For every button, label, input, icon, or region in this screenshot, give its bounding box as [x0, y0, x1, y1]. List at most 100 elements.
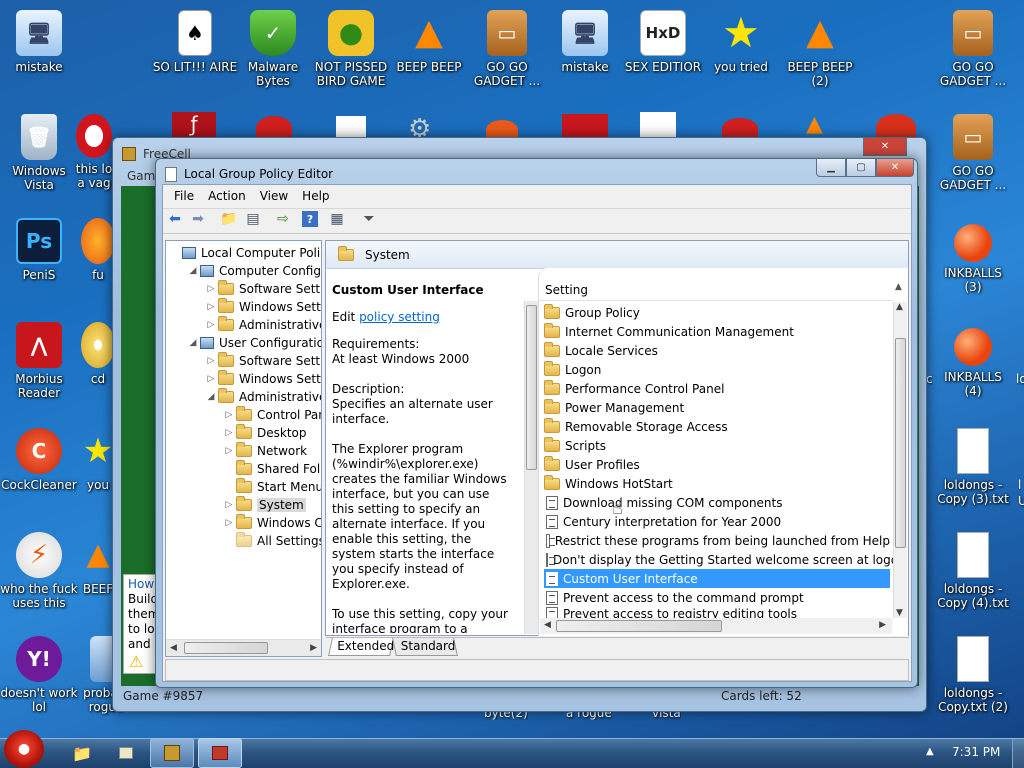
show-desktop-button[interactable] [1012, 739, 1024, 768]
tree-item[interactable]: Local Computer Policy [166, 244, 321, 262]
settings-list-item[interactable]: Custom User Interface [544, 569, 890, 588]
taskbar-gpedit-button[interactable] [198, 738, 242, 768]
tree-item[interactable]: All Settings [166, 532, 321, 550]
tree-item[interactable]: Start Menu ar [166, 478, 321, 496]
settings-list-item[interactable]: Windows HotStart [544, 474, 890, 493]
desktop-icon-partial[interactable]: ▲ BEEF [80, 528, 116, 628]
desktop-icon-go-go-gadget[interactable]: ▭ GO GO GADGET ... [468, 6, 546, 106]
tree-hscrollbar[interactable]: ◀ ▶ [166, 639, 321, 656]
expand-arrow-icon[interactable]: ▷ [204, 284, 218, 294]
desktop-icon-partial[interactable]: this lo a vag [72, 110, 116, 210]
scroll-right-icon[interactable]: ▶ [879, 620, 886, 630]
settings-list-item[interactable]: Group Policy [544, 303, 890, 322]
tree-item[interactable]: ▷ Control Panel [166, 406, 321, 424]
desktop-icon-partial[interactable]: fu [80, 214, 116, 314]
settings-list-item[interactable]: Scripts [544, 436, 890, 455]
list-header[interactable]: Setting [539, 280, 893, 301]
expand-arrow-icon[interactable]: ◢ [204, 392, 218, 402]
start-button[interactable]: ● [4, 730, 44, 768]
desktop-icon-so-lit[interactable]: ♠ SO LIT!!! AIRE [150, 6, 240, 106]
desktop-icon-mistake-2[interactable]: 🖥 mistake [546, 6, 624, 106]
tree-item[interactable]: ▷ Windows Cor [166, 514, 321, 532]
list-vscroll-thumb[interactable] [895, 338, 906, 548]
up-folder-icon[interactable]: 📁 [218, 208, 240, 230]
clock[interactable]: 7:31 PM [952, 745, 1000, 759]
desc-vscrollbar[interactable] [524, 301, 538, 634]
desktop-icon-penis[interactable]: Ps PeniS [0, 214, 78, 314]
desktop-icon-loldongs-3[interactable]: loldongs - Copy (3).txt [934, 424, 1012, 524]
scroll-up-icon[interactable]: ▲ [896, 302, 903, 312]
minimize-button[interactable]: ▁ [816, 159, 846, 177]
menu-view[interactable]: View [253, 189, 295, 203]
taskbar-notes-button[interactable] [104, 738, 148, 768]
scroll-left-icon[interactable]: ◀ [170, 643, 177, 653]
tree-item[interactable]: ◢ Computer Configura [166, 262, 321, 280]
desktop-icon-go-go-gadget-right-1[interactable]: ▭ GO GO GADGET ... [934, 6, 1012, 106]
desktop-icon-doesnt-work[interactable]: Y! doesn't work lol [0, 632, 78, 732]
tab-standard[interactable]: Standard [392, 638, 458, 656]
expand-arrow-icon[interactable]: ▷ [222, 428, 236, 438]
settings-list-item[interactable]: Century interpretation for Year 2000 [544, 512, 890, 531]
taskbar-explorer-button[interactable]: 📁 [60, 738, 104, 768]
expand-arrow-icon[interactable]: ▷ [222, 518, 236, 528]
export-list-icon[interactable]: ⇨ [272, 208, 294, 230]
tree-item[interactable]: ▷ Software Settings [166, 352, 321, 370]
settings-list-item[interactable]: Performance Control Panel [544, 379, 890, 398]
settings-list-item[interactable]: Internet Communication Management [544, 322, 890, 341]
desktop-icon-beep-beep-2[interactable]: ▲ BEEP BEEP (2) [780, 6, 860, 106]
desktop-icon-partial[interactable]: cd [80, 318, 116, 418]
tab-extended[interactable]: Extended [328, 638, 394, 656]
desktop-icon-beep-beep[interactable]: ▲ BEEP BEEP [390, 6, 468, 106]
tree-item[interactable]: ◢ Administrative Te [166, 388, 321, 406]
settings-list-item[interactable]: Don't display the Getting Started welcom… [544, 550, 906, 569]
desktop-icon-partial[interactable]: ★ you [80, 424, 116, 524]
settings-list-item[interactable]: Removable Storage Access [544, 417, 890, 436]
desktop-icon-inkballs-3[interactable]: INKBALLS (3) [934, 214, 1012, 314]
forward-arrow-icon[interactable]: ➡ [187, 208, 209, 230]
desktop-icon-loldongs-4[interactable]: loldongs - Copy (4).txt [934, 528, 1012, 628]
tree-item[interactable]: Shared Folder [166, 460, 321, 478]
expand-arrow-icon[interactable]: ▷ [222, 410, 236, 420]
settings-list-item[interactable]: Restrict these programs from being launc… [544, 531, 890, 550]
scroll-right-icon[interactable]: ▶ [310, 643, 317, 653]
tree-item[interactable]: ▷ System [166, 496, 306, 514]
list-vscrollbar[interactable]: ▲ ▼ [893, 302, 907, 618]
expand-arrow-icon[interactable]: ▷ [222, 500, 236, 510]
tree-item[interactable]: ▷ Software Settings [166, 280, 321, 298]
scroll-down-icon[interactable]: ▼ [896, 608, 903, 618]
list-hscrollbar[interactable]: ◀ ▶ [540, 618, 892, 634]
help-icon[interactable]: ? [302, 211, 318, 227]
desktop-icon-cockcleaner[interactable]: C CockCleaner [0, 424, 78, 524]
properties-icon[interactable]: ▦ [326, 208, 348, 230]
expand-arrow-icon[interactable]: ▷ [204, 320, 218, 330]
tree-item[interactable]: ▷ Desktop [166, 424, 307, 442]
tree-hscroll-thumb[interactable] [184, 642, 268, 654]
scroll-left-icon[interactable]: ◀ [544, 620, 551, 630]
desktop-icon-sex-editior[interactable]: HxD SEX EDITIOR [624, 6, 702, 106]
tree-item[interactable]: ▷ Network [166, 442, 307, 460]
show-hide-tree-icon[interactable]: ▤ [242, 208, 264, 230]
policy-setting-link[interactable]: policy setting [359, 310, 440, 324]
settings-list-item[interactable]: User Profiles [544, 455, 890, 474]
expand-arrow-icon[interactable]: ◢ [186, 266, 200, 276]
settings-list-item[interactable]: Locale Services [544, 341, 890, 360]
back-arrow-icon[interactable]: ⬅ [164, 208, 186, 230]
desktop-icon-malware-bytes[interactable]: ✓ Malware Bytes [234, 6, 312, 106]
expand-arrow-icon[interactable]: ▷ [204, 356, 218, 366]
expand-arrow-icon[interactable]: ◢ [186, 338, 200, 348]
desktop-icon-morbius-reader[interactable]: ⋀ Morbius Reader [0, 318, 78, 418]
desktop-icon-who-uses-this[interactable]: ⚡ who the fuck uses this [0, 528, 78, 628]
menu-help[interactable]: Help [295, 189, 336, 203]
tree-item[interactable]: ▷ Administrative Te [166, 316, 321, 334]
desktop-icon-mistake[interactable]: 🖥 mistake [0, 6, 78, 106]
expand-arrow-icon[interactable]: ▷ [204, 374, 218, 384]
tree-item[interactable]: ▷ Windows Setting [166, 298, 321, 316]
maximize-button[interactable]: ▢ [846, 159, 876, 177]
tree-item[interactable]: ▷ Windows Setting [166, 370, 321, 388]
settings-list-item[interactable]: Logon [544, 360, 890, 379]
close-button[interactable]: ✕ [876, 159, 914, 177]
desktop-icon-bird-game[interactable]: ● NOT PISSED BIRD GAME [308, 6, 394, 106]
desktop-icon-windows-vista[interactable]: 🗑 Windows Vista [0, 110, 78, 210]
filter-icon[interactable]: ⏷ [358, 208, 380, 230]
taskbar-freecell-button[interactable] [150, 738, 194, 768]
